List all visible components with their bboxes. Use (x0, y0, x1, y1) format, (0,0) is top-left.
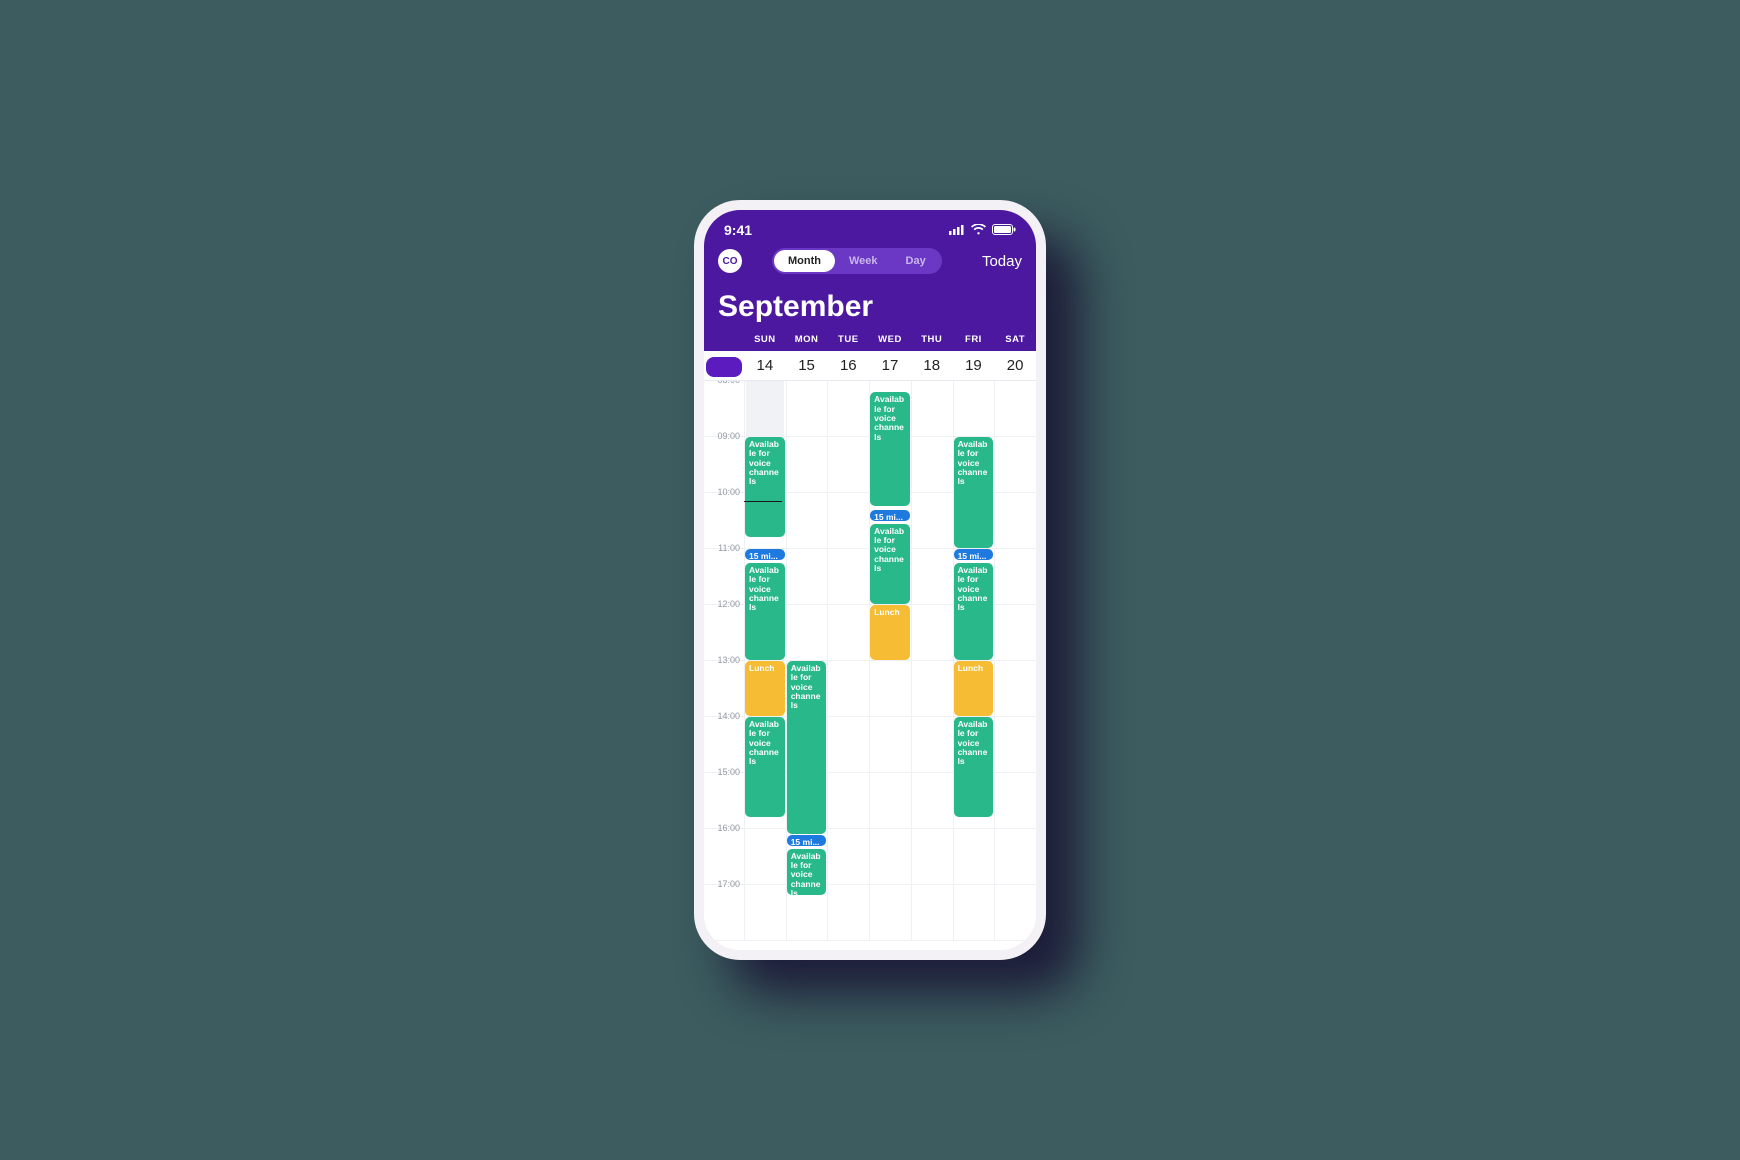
cellular-icon (949, 222, 965, 238)
avatar[interactable]: CO (718, 249, 742, 273)
date-15[interactable]: 15 (786, 357, 828, 374)
calendar-grid[interactable]: 08:0009:0010:0011:0012:0013:0014:0015:00… (704, 381, 1036, 950)
dow-mon: MON (786, 334, 828, 345)
date-selected-pill[interactable]: Sep (704, 357, 744, 374)
event-voice[interactable]: Available for voice channels (745, 563, 785, 660)
current-time-indicator (744, 501, 782, 502)
date-14[interactable]: 14 (744, 357, 786, 374)
day-col-fri[interactable]: Available for voice channels15 mi...Avai… (953, 381, 995, 950)
seg-day[interactable]: Day (892, 250, 940, 272)
day-col-tue[interactable] (827, 381, 869, 950)
date-19[interactable]: 19 (953, 357, 995, 374)
day-col-sun[interactable]: Available for voice channels 15 mi... Avai… (744, 381, 786, 950)
seg-week[interactable]: Week (835, 250, 892, 272)
event-break[interactable]: 15 mi... (745, 549, 785, 560)
wifi-icon (971, 222, 986, 238)
event-voice[interactable]: Available for voice channels (787, 849, 827, 896)
day-of-week-row: SUN MON TUE WED THU FRI SAT (704, 334, 1036, 351)
status-bar: 9:41 (704, 220, 1036, 244)
event-lunch[interactable]: Lunch (745, 661, 785, 716)
event-break[interactable]: 15 mi... (787, 835, 827, 846)
seg-month[interactable]: Month (774, 250, 835, 272)
event-voice[interactable]: Available for voice channels (870, 524, 910, 604)
date-number-row: Sep 14 15 16 17 18 19 20 (704, 351, 1036, 381)
date-17[interactable]: 17 (869, 357, 911, 374)
event-lunch[interactable]: Lunch (954, 661, 994, 716)
nav-row: CO Month Week Day Today (704, 244, 1036, 282)
date-18[interactable]: 18 (911, 357, 953, 374)
event-break[interactable]: 15 mi... (954, 549, 994, 560)
day-col-wed[interactable]: Available for voice channels 15 mi... Avai… (869, 381, 911, 950)
today-button[interactable]: Today (982, 253, 1022, 270)
dow-thu: THU (911, 334, 953, 345)
dow-sat: SAT (994, 334, 1036, 345)
event-voice[interactable]: Available for voice channels (745, 717, 785, 817)
day-col-mon[interactable]: Available for voice channels15 mi...Avai… (786, 381, 828, 950)
event-voice[interactable]: Available for voice channels (870, 392, 910, 506)
date-20[interactable]: 20 (994, 357, 1036, 374)
status-time: 9:41 (724, 222, 752, 238)
event-voice[interactable]: Available for voice channels (954, 717, 994, 817)
app-header: 9:41 CO Month Week Day Today (704, 210, 1036, 351)
status-right (949, 222, 1016, 238)
event-break[interactable]: 15 mi... (870, 510, 910, 521)
event-voice[interactable]: Available for voice channels (954, 437, 994, 548)
dow-wed: WED (869, 334, 911, 345)
phone-frame: 9:41 CO Month Week Day Today (694, 200, 1046, 960)
view-segmented-control: Month Week Day (772, 248, 942, 274)
event-lunch[interactable]: Lunch (870, 605, 910, 660)
battery-icon (992, 222, 1016, 238)
event-voice[interactable]: Available for voice channels (954, 563, 994, 660)
date-16[interactable]: 16 (827, 357, 869, 374)
day-col-thu[interactable] (911, 381, 953, 950)
dow-sun: SUN (744, 334, 786, 345)
month-title: September (704, 282, 1036, 334)
day-col-sat[interactable] (994, 381, 1036, 950)
dow-tue: TUE (827, 334, 869, 345)
event-voice[interactable]: Available for voice channels (745, 437, 785, 537)
dow-fri: FRI (953, 334, 995, 345)
event-voice[interactable]: Available for voice channels (787, 661, 827, 834)
